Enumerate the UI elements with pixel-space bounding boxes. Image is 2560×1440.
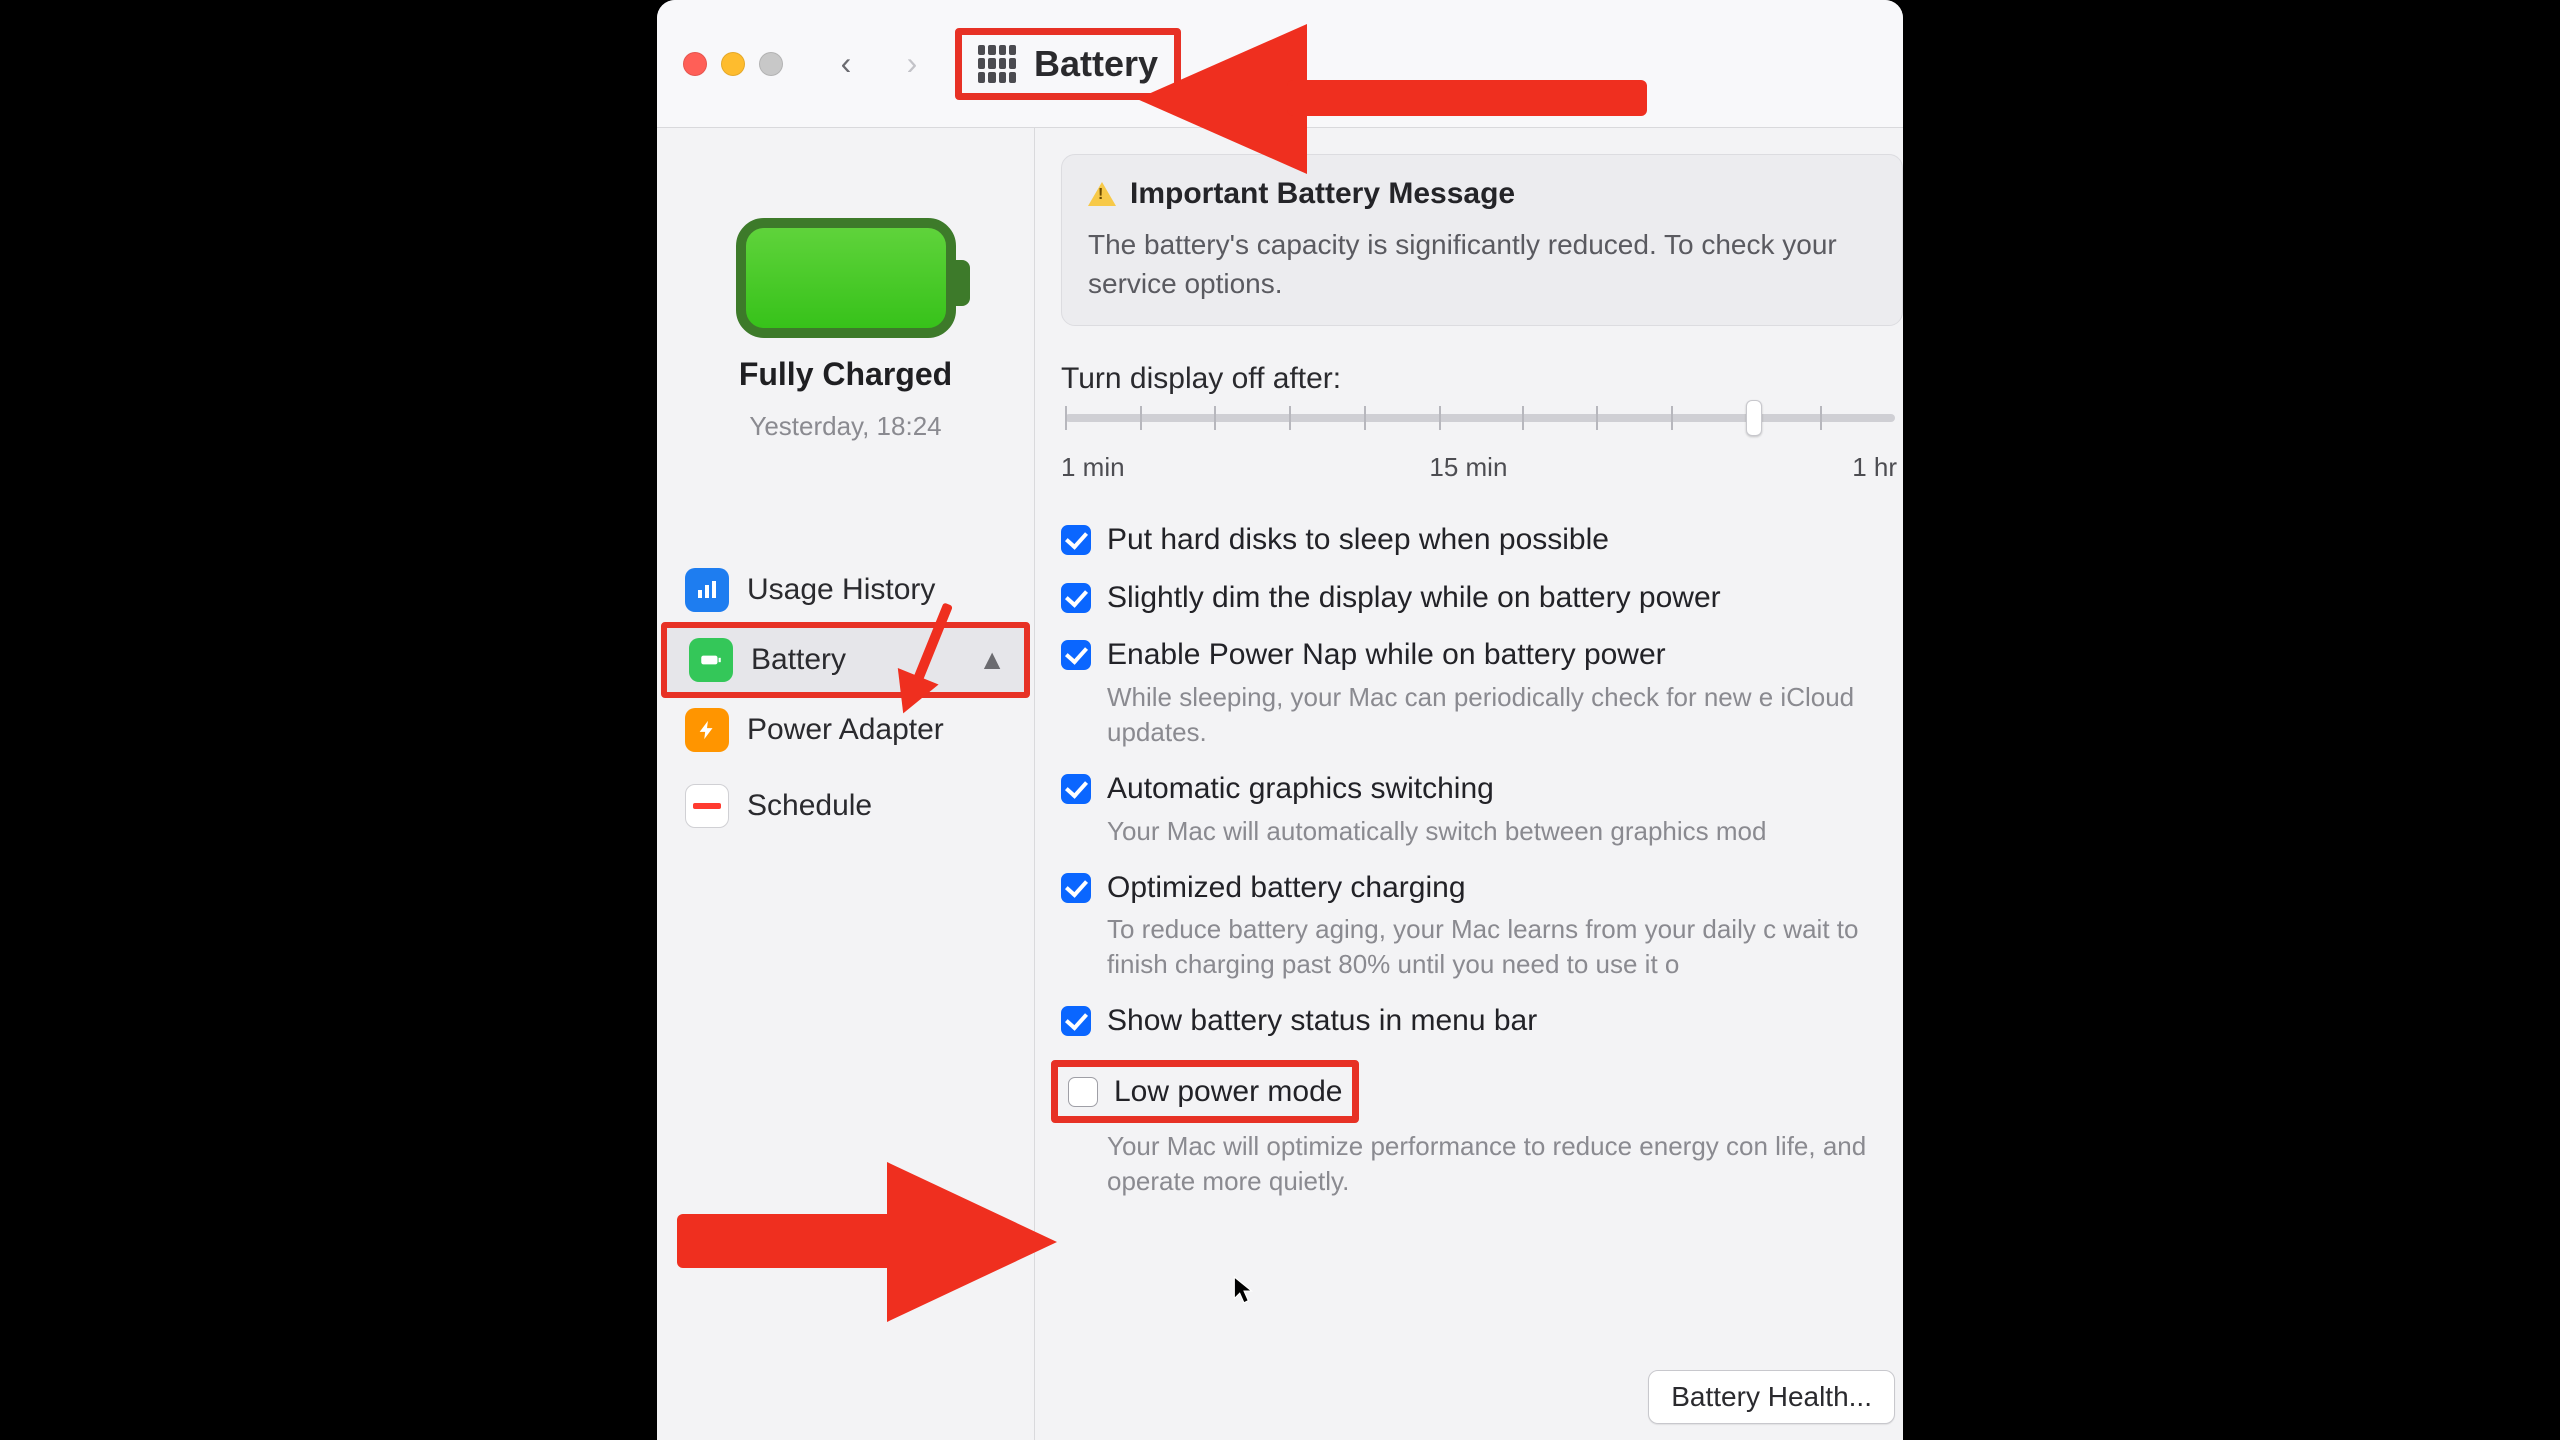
checkbox[interactable]	[1061, 873, 1091, 903]
sidebar-item-label: Usage History	[747, 573, 935, 607]
checkbox[interactable]	[1061, 1006, 1091, 1036]
option-label: Low power mode	[1114, 1073, 1342, 1111]
warning-triangle-icon: ▲	[978, 644, 1006, 676]
forward-button[interactable]: ›	[889, 41, 935, 87]
sidebar: Fully Charged Yesterday, 18:24 Usage His…	[657, 128, 1035, 1440]
back-button[interactable]: ‹	[823, 41, 869, 87]
sidebar-item-battery[interactable]: Battery ▲	[661, 622, 1030, 698]
sidebar-item-schedule[interactable]: Schedule	[657, 768, 1034, 844]
slider-tick-label: 1 hr	[1852, 452, 1897, 483]
option-label: Enable Power Nap while on battery power	[1107, 636, 1666, 674]
window-title: Battery	[1034, 43, 1158, 85]
sidebar-item-label: Power Adapter	[747, 713, 944, 747]
opt-hard-disks-sleep[interactable]: Put hard disks to sleep when possible	[1061, 521, 1903, 559]
warning-triangle-icon	[1088, 182, 1116, 206]
slider-thumb[interactable]	[1746, 400, 1762, 436]
sidebar-list: Usage History Battery ▲ Power Adapter	[657, 552, 1034, 844]
opt-optimized-charging[interactable]: Optimized battery charging	[1061, 869, 1903, 907]
battery-options: Put hard disks to sleep when possible Sl…	[1061, 521, 1903, 1199]
chart-bar-icon	[685, 568, 729, 612]
slider-tick-label: 15 min	[1429, 452, 1507, 483]
battery-icon	[736, 218, 956, 338]
opt-auto-graphics[interactable]: Automatic graphics switching	[1061, 770, 1903, 808]
option-label: Put hard disks to sleep when possible	[1107, 521, 1609, 559]
option-description: Your Mac will automatically switch betwe…	[1107, 814, 1903, 849]
calendar-icon	[685, 784, 729, 828]
sidebar-item-label: Battery	[751, 643, 846, 677]
battery-small-icon	[689, 638, 733, 682]
chevron-left-icon: ‹	[841, 45, 852, 82]
opt-dim-display[interactable]: Slightly dim the display while on batter…	[1061, 579, 1903, 617]
option-label: Automatic graphics switching	[1107, 770, 1494, 808]
window-toolbar: ‹ › Battery	[657, 0, 1903, 128]
minimize-window-button[interactable]	[721, 52, 745, 76]
battery-hero: Fully Charged Yesterday, 18:24	[657, 158, 1034, 482]
checkbox[interactable]	[1068, 1077, 1098, 1107]
toolbar-title-group[interactable]: Battery	[955, 28, 1181, 100]
opt-menu-bar-status[interactable]: Show battery status in menu bar	[1061, 1002, 1903, 1040]
slider-tick-label: 1 min	[1061, 452, 1125, 483]
checkbox[interactable]	[1061, 640, 1091, 670]
option-label: Slightly dim the display while on batter…	[1107, 579, 1721, 617]
sidebar-item-usage-history[interactable]: Usage History	[657, 552, 1034, 628]
show-all-prefs-icon	[978, 45, 1016, 83]
display-off-label: Turn display off after:	[1061, 362, 1903, 396]
option-label: Optimized battery charging	[1107, 869, 1466, 907]
charge-status: Fully Charged	[739, 356, 952, 393]
content-pane: Important Battery Message The battery's …	[1035, 128, 1903, 1440]
chevron-right-icon: ›	[907, 45, 918, 82]
option-label: Show battery status in menu bar	[1107, 1002, 1537, 1040]
banner-body: The battery's capacity is significantly …	[1088, 225, 1876, 303]
battery-preferences-window: ‹ › Battery Fully Charged	[657, 0, 1903, 1440]
checkbox[interactable]	[1061, 525, 1091, 555]
bolt-icon	[685, 708, 729, 752]
sidebar-item-label: Schedule	[747, 789, 872, 823]
banner-title: Important Battery Message	[1130, 177, 1515, 211]
charge-substatus: Yesterday, 18:24	[749, 411, 941, 442]
zoom-window-button[interactable]	[759, 52, 783, 76]
option-description: Your Mac will optimize performance to re…	[1107, 1129, 1903, 1199]
mouse-cursor-icon	[1233, 1276, 1255, 1306]
opt-power-nap[interactable]: Enable Power Nap while on battery power	[1061, 636, 1903, 674]
checkbox[interactable]	[1061, 774, 1091, 804]
battery-health-button[interactable]: Battery Health...	[1648, 1370, 1895, 1424]
close-window-button[interactable]	[683, 52, 707, 76]
opt-low-power-mode[interactable]: Low power mode	[1051, 1060, 1359, 1124]
slider-tick-labels: 1 min 15 min 1 hr	[1061, 452, 1897, 483]
window-traffic-lights	[683, 52, 783, 76]
battery-message-banner: Important Battery Message The battery's …	[1061, 154, 1903, 326]
option-description: To reduce battery aging, your Mac learns…	[1107, 912, 1903, 982]
content-footer: Battery Health...	[1648, 1370, 1895, 1424]
option-description: While sleeping, your Mac can periodicall…	[1107, 680, 1903, 750]
sidebar-item-power-adapter[interactable]: Power Adapter	[657, 692, 1034, 768]
checkbox[interactable]	[1061, 583, 1091, 613]
display-off-slider[interactable]: 1 min 15 min 1 hr	[1061, 414, 1903, 483]
